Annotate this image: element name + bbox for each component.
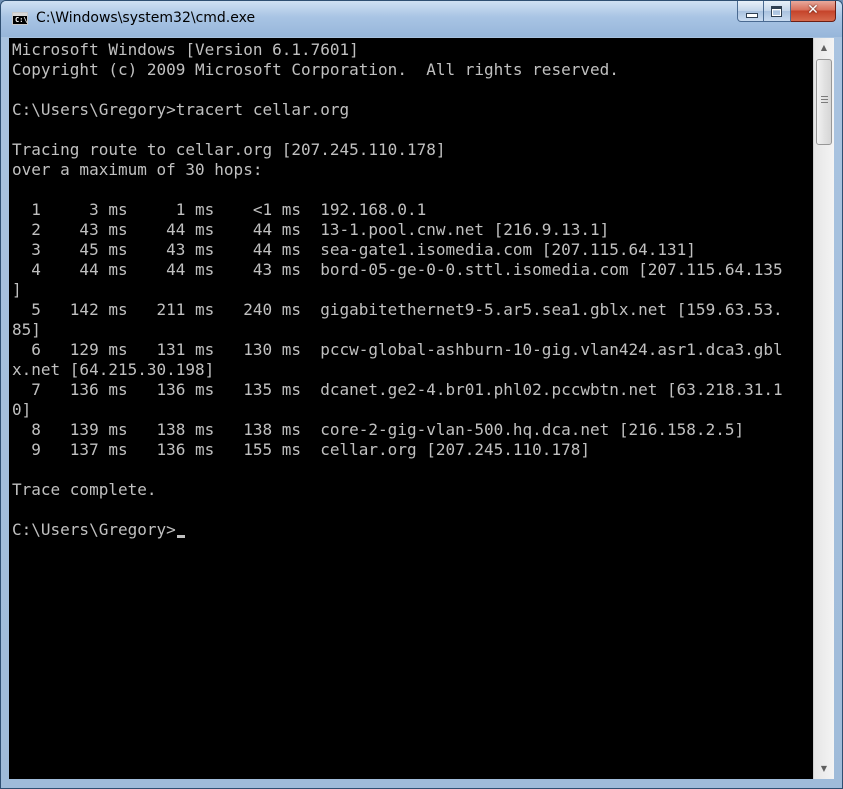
console-line: ] [12,280,22,299]
console-output-area[interactable]: Microsoft Windows [Version 6.1.7601] Copy… [9,38,813,779]
close-button[interactable]: ✕ [791,1,836,22]
console-line: 8 139 ms 138 ms 138 ms core-2-gig-vlan-5… [12,420,745,439]
window-title: C:\Windows\system32\cmd.exe [36,10,256,26]
vertical-scrollbar[interactable]: ▲ ▼ [813,38,834,779]
console-line: 0] [12,400,32,419]
console-line: 4 44 ms 44 ms 43 ms bord-05-ge-0-0.sttl.… [12,260,783,279]
console-line: x.net [64.215.30.198] [12,360,215,379]
console-line: over a maximum of 30 hops: [12,160,263,179]
console-line: 9 137 ms 136 ms 155 ms cellar.org [207.2… [12,440,590,459]
maximize-button[interactable] [764,1,791,22]
cmd-window: C:\ C:\Windows\system32\cmd.exe ✕ Micros… [0,0,843,789]
console-line: 5 142 ms 211 ms 240 ms gigabitethernet9-… [12,300,783,319]
console-line: Microsoft Windows [Version 6.1.7601] [12,40,359,59]
console-text: Microsoft Windows [Version 6.1.7601] Copy… [9,38,813,540]
console-line: C:\Users\Gregory>tracert cellar.org [12,100,350,119]
console-line: 7 136 ms 136 ms 135 ms dcanet.ge2-4.br01… [12,380,783,399]
console-line: C:\Users\Gregory> [12,520,813,540]
console-line: Tracing route to cellar.org [207.245.110… [12,140,446,159]
scroll-down-arrow-icon[interactable]: ▼ [814,759,834,779]
console-line: Copyright (c) 2009 Microsoft Corporation… [12,60,619,79]
scrollbar-thumb[interactable] [816,59,832,145]
scroll-up-arrow-icon[interactable]: ▲ [814,38,834,58]
minimize-button[interactable] [737,1,764,22]
console-app-icon[interactable]: C:\ [12,12,28,25]
console-line: 6 129 ms 131 ms 130 ms pccw-global-ashbu… [12,340,783,359]
console-line: 2 43 ms 44 ms 44 ms 13-1.pool.cnw.net [2… [12,220,610,239]
console-line: Trace complete. [12,480,157,499]
console-line: 85] [12,320,41,339]
console-app-icon-label: C:\ [15,16,28,24]
text-cursor [176,535,185,538]
console-line: 1 3 ms 1 ms <1 ms 192.168.0.1 [12,200,427,219]
close-icon: ✕ [807,2,819,18]
title-bar[interactable]: C:\ C:\Windows\system32\cmd.exe ✕ [1,1,842,37]
console-line: 3 45 ms 43 ms 44 ms sea-gate1.isomedia.c… [12,240,696,259]
caption-buttons: ✕ [737,1,836,22]
